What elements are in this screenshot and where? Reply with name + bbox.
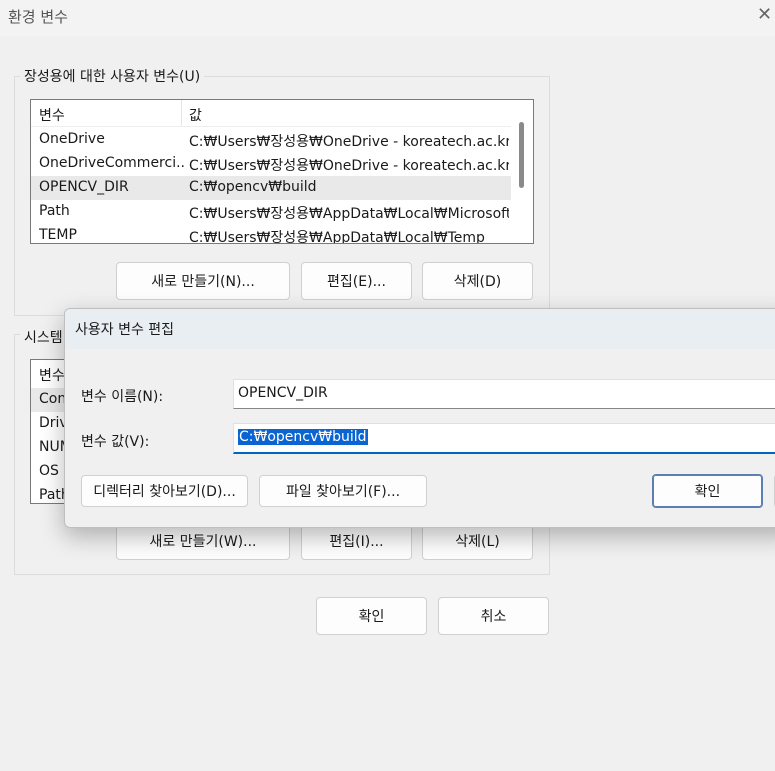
user-vars-legend: 장성용에 대한 사용자 변수(U) <box>20 66 205 86</box>
var-name: TEMP <box>39 227 77 243</box>
list-header: 변수 값 <box>31 100 512 127</box>
selected-text: C:₩opencv₩build <box>238 429 368 445</box>
dialog-titlebar[interactable]: 사용자 변수 편집 <box>65 309 775 349</box>
edit-variable-dialog: 사용자 변수 편집 변수 이름(N): OPENCV_DIR 변수 값(V): … <box>64 308 775 528</box>
dialog-ok-button[interactable]: 확인 <box>652 474 763 508</box>
list-row-selected[interactable]: OPENCV_DIR C:₩opencv₩build <box>31 176 511 200</box>
close-icon[interactable]: ✕ <box>757 6 775 24</box>
dialog-title: 사용자 변수 편집 <box>75 322 175 338</box>
window-title: 환경 변수 <box>8 8 68 26</box>
cancel-button[interactable]: 취소 <box>438 597 549 635</box>
ok-button[interactable]: 확인 <box>316 597 427 635</box>
variable-name-text: OPENCV_DIR <box>238 385 328 401</box>
list-row[interactable]: Path C:₩Users₩장성용₩AppData₩Local₩Microsof… <box>31 200 511 224</box>
var-name: OS <box>39 463 59 479</box>
variable-value-text: C:₩opencv₩build <box>238 429 368 445</box>
var-name: OPENCV_DIR <box>39 179 129 195</box>
user-edit-button[interactable]: 편집(E)... <box>301 262 412 300</box>
column-header-name[interactable]: 변수 <box>39 105 65 125</box>
var-value: C:₩Users₩장성용₩AppData₩Local₩Temp <box>189 230 485 244</box>
variable-value-input[interactable]: C:₩opencv₩build <box>233 423 775 454</box>
user-vars-list[interactable]: 변수 값 OneDrive C:₩Users₩장성용₩OneDrive - ko… <box>30 99 534 244</box>
list-row[interactable]: OneDriveCommerci... C:₩Users₩장성용₩OneDriv… <box>31 152 511 176</box>
variable-name-input[interactable]: OPENCV_DIR <box>233 379 775 409</box>
var-value: C:₩Users₩장성용₩OneDrive - koreatech.ac.kr <box>189 134 509 150</box>
list-row[interactable]: OneDrive C:₩Users₩장성용₩OneDrive - koreate… <box>31 128 511 152</box>
user-new-button[interactable]: 새로 만들기(N)... <box>116 262 290 300</box>
var-name: OneDrive <box>39 131 105 147</box>
system-vars-legend: 시스템 <box>20 327 67 347</box>
var-value: C:₩Users₩장성용₩OneDrive - koreatech.ac.kr <box>189 158 509 174</box>
vertical-scrollbar[interactable] <box>511 100 533 243</box>
list-row[interactable]: TEMP C:₩Users₩장성용₩AppData₩Local₩Temp <box>31 224 511 244</box>
user-delete-button[interactable]: 삭제(D) <box>422 262 533 300</box>
var-name: OneDriveCommerci... <box>39 155 184 171</box>
browse-file-button[interactable]: 파일 찾아보기(F)... <box>259 475 427 507</box>
column-header-value[interactable]: 값 <box>189 105 202 125</box>
var-value: C:₩opencv₩build <box>189 179 317 195</box>
column-divider[interactable] <box>181 100 182 126</box>
var-name: Con <box>39 391 67 407</box>
browse-directory-button[interactable]: 디렉터리 찾아보기(D)... <box>81 475 248 507</box>
name-label: 변수 이름(N): <box>81 389 164 405</box>
value-label: 변수 값(V): <box>81 434 150 450</box>
var-name: Path <box>39 203 70 219</box>
var-value: C:₩Users₩장성용₩AppData₩Local₩Microsoft... <box>189 206 509 222</box>
scrollbar-thumb[interactable] <box>519 122 524 188</box>
column-header-name[interactable]: 변수 <box>39 365 65 385</box>
